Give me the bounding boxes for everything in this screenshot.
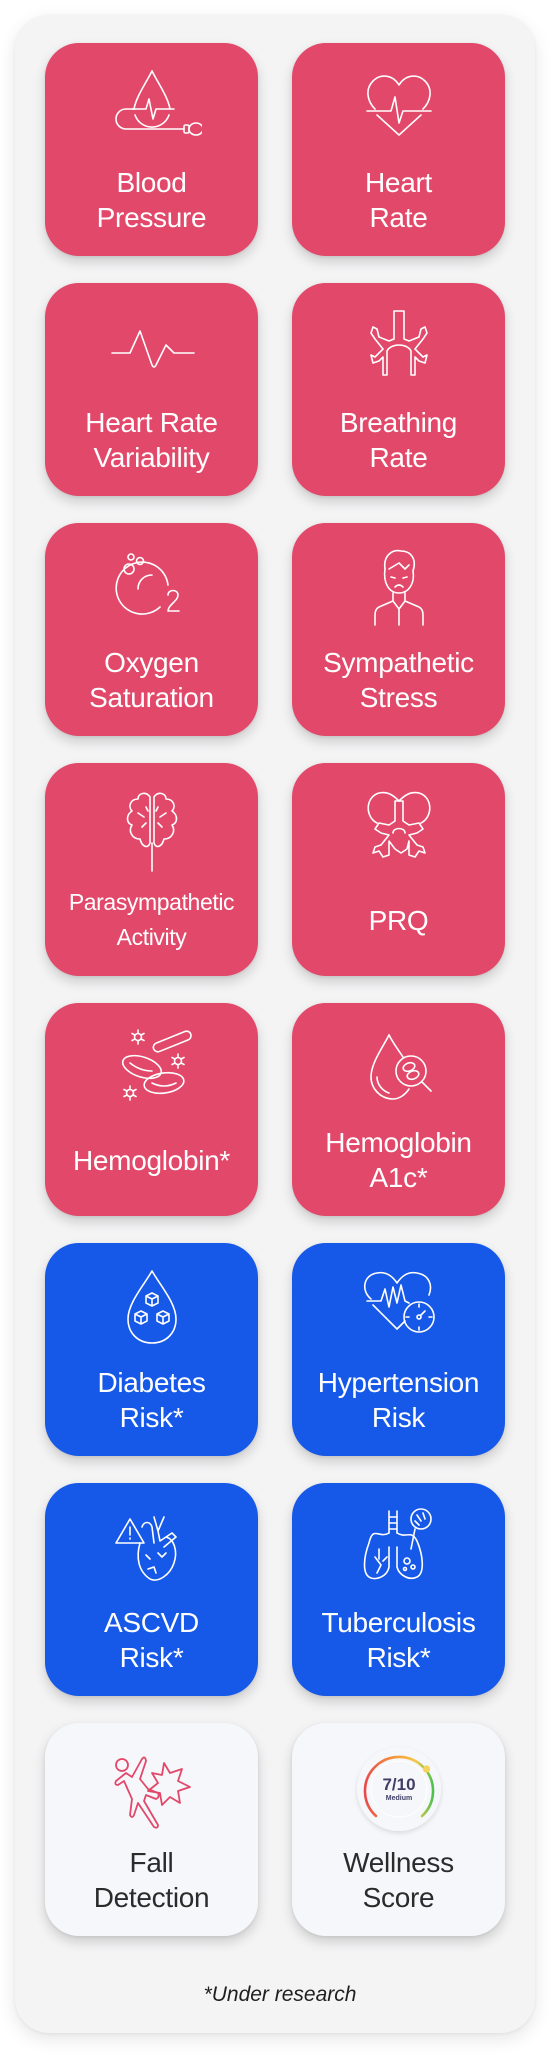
card-label: Hemoglobin A1c* [292,1121,505,1199]
lungs-bronchi-icon [349,303,449,399]
label-line: Parasympathetic [68,889,235,915]
card-sympathetic-stress[interactable]: Sympathetic Stress [292,523,505,736]
label-line: Blood [116,167,187,198]
card-label: PRQ [292,881,505,959]
label-line: Heart [365,167,432,198]
stressed-person-icon [349,543,449,639]
label-line: Pressure [96,202,207,233]
card-label: Diabetes Risk* [45,1361,258,1439]
label-line: Wellness [343,1847,454,1878]
label-line: Heart Rate [85,407,218,438]
heart-gauge-icon [349,1263,449,1359]
card-heart-rate-variability[interactable]: Heart Rate Variability [45,283,258,496]
oxygen-o2-icon [102,543,202,639]
footnote-under-research: *Under research [203,1983,357,2006]
label-line: A1c* [369,1162,428,1193]
label-line: Fall [129,1847,174,1878]
label-line: Stress [359,682,438,713]
gauge-knob [422,1765,430,1773]
label-line: Detection [93,1882,210,1913]
card-label: Oxygen Saturation [45,641,258,719]
card-label: Heart Rate [292,161,505,239]
card-label: ASCVD Risk* [45,1601,258,1679]
card-label: Hypertension Risk [292,1361,505,1439]
card-oxygen-saturation[interactable]: Oxygen Saturation [45,523,258,736]
heart-lungs-icon [349,783,449,879]
card-label: Blood Pressure [45,161,258,239]
label-line: ASCVD [104,1607,199,1638]
card-tuberculosis-risk[interactable]: Tuberculosis Risk* [292,1483,505,1696]
card-label: Tuberculosis Risk* [292,1601,505,1679]
card-breathing-rate[interactable]: Breathing Rate [292,283,505,496]
card-fall-detection[interactable]: Fall Detection [45,1723,258,1936]
card-blood-pressure[interactable]: Blood Pressure [45,43,258,256]
gauge-score: 7/10 [382,1775,415,1794]
label-line: Risk* [366,1642,431,1673]
label-line: Risk* [119,1642,184,1673]
card-heart-rate[interactable]: Heart Rate [292,43,505,256]
card-label: Breathing Rate [292,401,505,479]
card-label: Hemoglobin* [45,1121,258,1199]
card-label: Parasympathetic Activity [45,881,258,959]
label-line: Variability [93,442,210,473]
card-label: Heart Rate Variability [45,401,258,479]
label-line: PRQ [368,904,429,936]
label-line: Hypertension [317,1367,480,1398]
label-line: Risk [371,1402,426,1433]
card-prq[interactable]: PRQ [292,763,505,976]
label-line: Tuberculosis [321,1607,476,1638]
label-line: Hemoglobin [325,1127,472,1158]
card-label: Fall Detection [45,1841,258,1919]
wellness-gauge-icon: 7/10 Medium [349,1743,449,1839]
label-line: Rate [369,202,428,233]
hrv-wave-icon [102,303,202,399]
card-hemoglobin[interactable]: Hemoglobin* [45,1003,258,1216]
label-line: Saturation [89,682,214,713]
card-parasympathetic-activity[interactable]: Parasympathetic Activity [45,763,258,976]
falling-person-icon [102,1743,202,1839]
label-line: Breathing [339,407,458,438]
lungs-bacteria-icon [349,1503,449,1599]
label-line: Score [362,1882,435,1913]
blood-cells-icon [102,1023,202,1119]
card-hypertension-risk[interactable]: Hypertension Risk [292,1243,505,1456]
card-ascvd-risk[interactable]: ASCVD Risk* [45,1483,258,1696]
label-line: Oxygen [104,647,199,678]
heart-rate-icon [349,63,449,159]
blood-pressure-icon [102,63,202,159]
label-line: Hemoglobin* [72,1144,231,1176]
label-line: Risk* [119,1402,184,1433]
label-line: Activity [116,924,187,950]
card-wellness-score[interactable]: 7/10 Medium Wellness Score [292,1723,505,1936]
blood-drop-magnifier-icon [349,1023,449,1119]
sugar-drop-icon [102,1263,202,1359]
metrics-grid: Blood Pressure Heart Rate Heart Rate Var… [45,43,505,1936]
gauge-level: Medium [385,1795,411,1802]
label-line: Sympathetic [323,647,474,678]
card-diabetes-risk[interactable]: Diabetes Risk* [45,1243,258,1456]
card-hemoglobin-a1c[interactable]: Hemoglobin A1c* [292,1003,505,1216]
brain-icon [102,783,202,879]
card-label: Wellness Score [292,1841,505,1919]
heart-warning-icon [102,1503,202,1599]
label-line: Rate [369,442,428,473]
card-label: Sympathetic Stress [292,641,505,719]
label-line: Diabetes [97,1367,206,1398]
